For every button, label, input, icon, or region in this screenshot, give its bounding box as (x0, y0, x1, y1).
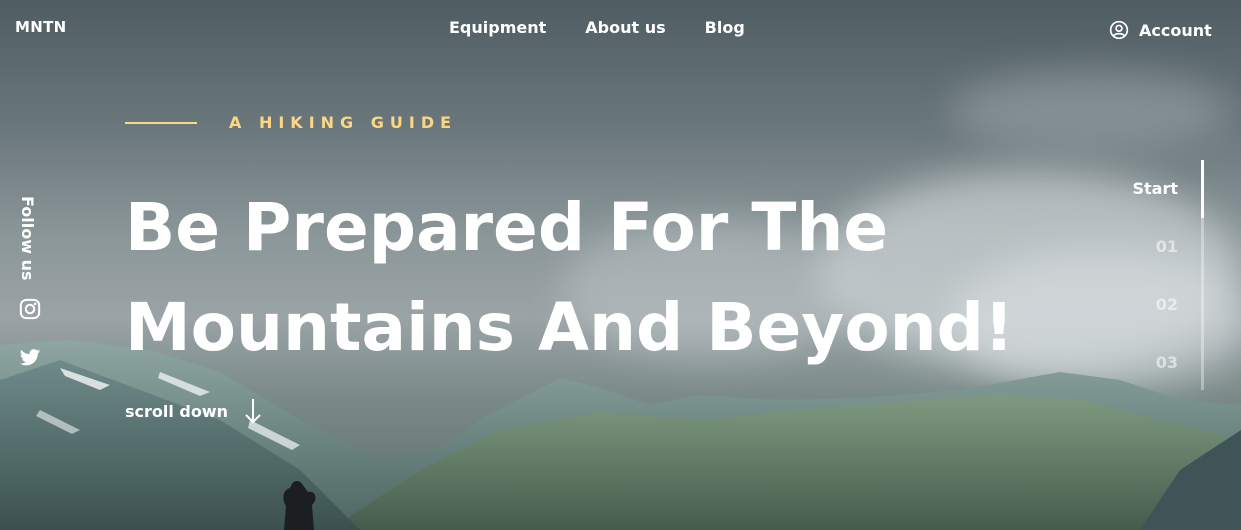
scroll-down-link[interactable]: scroll down (125, 398, 262, 424)
arrow-down-icon (245, 399, 261, 424)
account-label: Account (1139, 20, 1212, 40)
headline-line-1: Be Prepared For The (125, 189, 889, 266)
twitter-icon[interactable] (19, 347, 41, 369)
account-button[interactable]: Account (1109, 20, 1212, 40)
user-circle-icon (1109, 20, 1129, 40)
slide-nav-item-03[interactable]: 03 (1156, 353, 1178, 372)
hero-eyebrow: A HIKING GUIDE (125, 113, 457, 132)
slide-nav-item-01[interactable]: 01 (1156, 237, 1178, 256)
slide-nav: Start 01 02 03 (1100, 160, 1210, 395)
instagram-icon[interactable] (19, 298, 41, 320)
slide-nav-progress (1201, 160, 1204, 218)
nav-link-about-us[interactable]: About us (585, 18, 665, 37)
eyebrow-text: A HIKING GUIDE (229, 113, 458, 132)
main-nav: Equipment About us Blog (449, 18, 745, 37)
nav-link-blog[interactable]: Blog (705, 18, 745, 37)
nav-link-equipment[interactable]: Equipment (449, 18, 546, 37)
headline-line-2: Mountains And Beyond! (125, 289, 1015, 366)
brand-logo[interactable]: MNTN (15, 18, 66, 36)
scroll-down-label: scroll down (125, 401, 229, 421)
hero-headline: Be Prepared For The Mountains And Beyond… (125, 178, 1014, 378)
slide-nav-item-02[interactable]: 02 (1156, 295, 1178, 314)
eyebrow-divider (125, 121, 197, 124)
slide-nav-item-start[interactable]: Start (1132, 179, 1178, 198)
follow-us-label: Follow us (18, 196, 37, 281)
